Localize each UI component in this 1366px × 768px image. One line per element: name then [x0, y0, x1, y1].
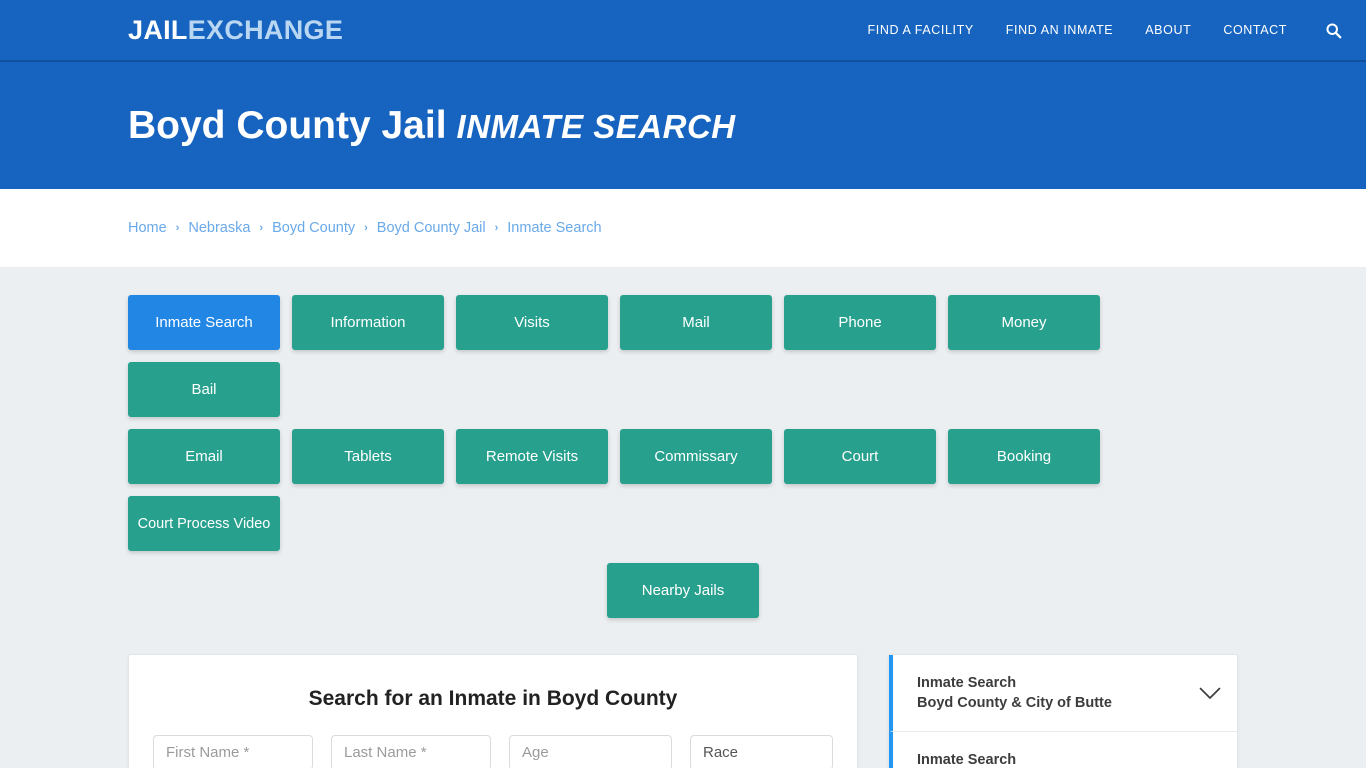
breadcrumb-item-boyd-county-jail[interactable]: Boyd County Jail: [377, 220, 486, 236]
tab-remote-visits[interactable]: Remote Visits: [456, 429, 608, 484]
main-content: Inmate Search Information Visits Mail Ph…: [0, 267, 1366, 768]
site-header: JAILEXCHANGE FIND A FACILITY FIND AN INM…: [0, 0, 1366, 62]
accordion-item-state-federal[interactable]: Inmate Search State of Nebraska and Fede…: [889, 731, 1237, 768]
search-icon[interactable]: [1325, 22, 1342, 39]
nav-item-contact[interactable]: CONTACT: [1223, 23, 1287, 37]
race-select[interactable]: Race: [690, 735, 833, 768]
tab-court-process-video[interactable]: Court Process Video: [128, 496, 280, 551]
inmate-search-accordion: Inmate Search Boyd County & City of Butt…: [888, 654, 1238, 768]
tab-mail[interactable]: Mail: [620, 295, 772, 350]
facility-tabs-row-1: Inmate Search Information Visits Mail Ph…: [128, 295, 1238, 417]
age-input[interactable]: [509, 735, 672, 768]
tab-booking[interactable]: Booking: [948, 429, 1100, 484]
logo-text-secondary: EXCHANGE: [187, 14, 344, 45]
page-hero: Boyd County Jail INMATE SEARCH: [0, 62, 1366, 189]
sidebar-column: Inmate Search Boyd County & City of Butt…: [888, 654, 1238, 768]
site-logo[interactable]: JAILEXCHANGE: [128, 15, 343, 46]
breadcrumb-separator-icon: ›: [175, 222, 180, 234]
logo-text-primary: JAIL: [128, 14, 188, 45]
accordion-item-text: Inmate Search Boyd County & City of Butt…: [917, 673, 1112, 713]
facility-tabs-row-3: Nearby Jails: [128, 563, 1238, 618]
tab-money[interactable]: Money: [948, 295, 1100, 350]
accordion-item-title: Inmate Search: [917, 752, 1017, 768]
tab-inmate-search[interactable]: Inmate Search: [128, 295, 280, 350]
inmate-search-card: Search for an Inmate in Boyd County Race…: [128, 654, 858, 768]
breadcrumb-separator-icon: ›: [259, 222, 264, 234]
nav-item-find-an-inmate[interactable]: FIND AN INMATE: [1006, 23, 1113, 37]
tab-information[interactable]: Information: [292, 295, 444, 350]
accordion-item-text: Inmate Search State of Nebraska and Fede…: [917, 750, 1185, 768]
chevron-down-icon[interactable]: [1185, 687, 1221, 700]
accordion-item-title: Inmate Search: [917, 675, 1017, 691]
tab-phone[interactable]: Phone: [784, 295, 936, 350]
last-name-input[interactable]: [331, 735, 491, 768]
breadcrumb-item-inmate-search[interactable]: Inmate Search: [507, 220, 601, 236]
page-title-facility: Boyd County Jail: [128, 103, 447, 147]
page-title: Boyd County Jail INMATE SEARCH: [128, 104, 736, 148]
tab-commissary[interactable]: Commissary: [620, 429, 772, 484]
tab-bail[interactable]: Bail: [128, 362, 280, 417]
breadcrumb-item-nebraska[interactable]: Nebraska: [188, 220, 250, 236]
accordion-item-subtitle: Boyd County & City of Butte: [917, 695, 1112, 711]
accordion-item-boyd-county[interactable]: Inmate Search Boyd County & City of Butt…: [889, 655, 1237, 731]
tab-tablets[interactable]: Tablets: [292, 429, 444, 484]
breadcrumb-item-boyd-county[interactable]: Boyd County: [272, 220, 355, 236]
tab-visits[interactable]: Visits: [456, 295, 608, 350]
nav-item-find-a-facility[interactable]: FIND A FACILITY: [868, 23, 974, 37]
breadcrumb: Home › Nebraska › Boyd County › Boyd Cou…: [0, 189, 1366, 267]
main-navigation: FIND A FACILITY FIND AN INMATE ABOUT CON…: [868, 22, 1342, 39]
page-title-section: INMATE SEARCH: [456, 107, 736, 145]
facility-tabs-row-2: Email Tablets Remote Visits Commissary C…: [128, 429, 1238, 551]
first-name-input[interactable]: [153, 735, 313, 768]
breadcrumb-separator-icon: ›: [494, 222, 499, 234]
search-heading: Search for an Inmate in Boyd County: [308, 687, 678, 710]
content-columns: Search for an Inmate in Boyd County Race…: [128, 654, 1238, 768]
tab-court[interactable]: Court: [784, 429, 936, 484]
breadcrumb-item-home[interactable]: Home: [128, 220, 167, 236]
main-column: Search for an Inmate in Boyd County Race…: [128, 654, 858, 768]
search-fields: Race: [153, 735, 833, 768]
breadcrumb-separator-icon: ›: [364, 222, 368, 234]
nav-item-about[interactable]: ABOUT: [1145, 23, 1191, 37]
tab-nearby-jails[interactable]: Nearby Jails: [607, 563, 759, 618]
tab-email[interactable]: Email: [128, 429, 280, 484]
